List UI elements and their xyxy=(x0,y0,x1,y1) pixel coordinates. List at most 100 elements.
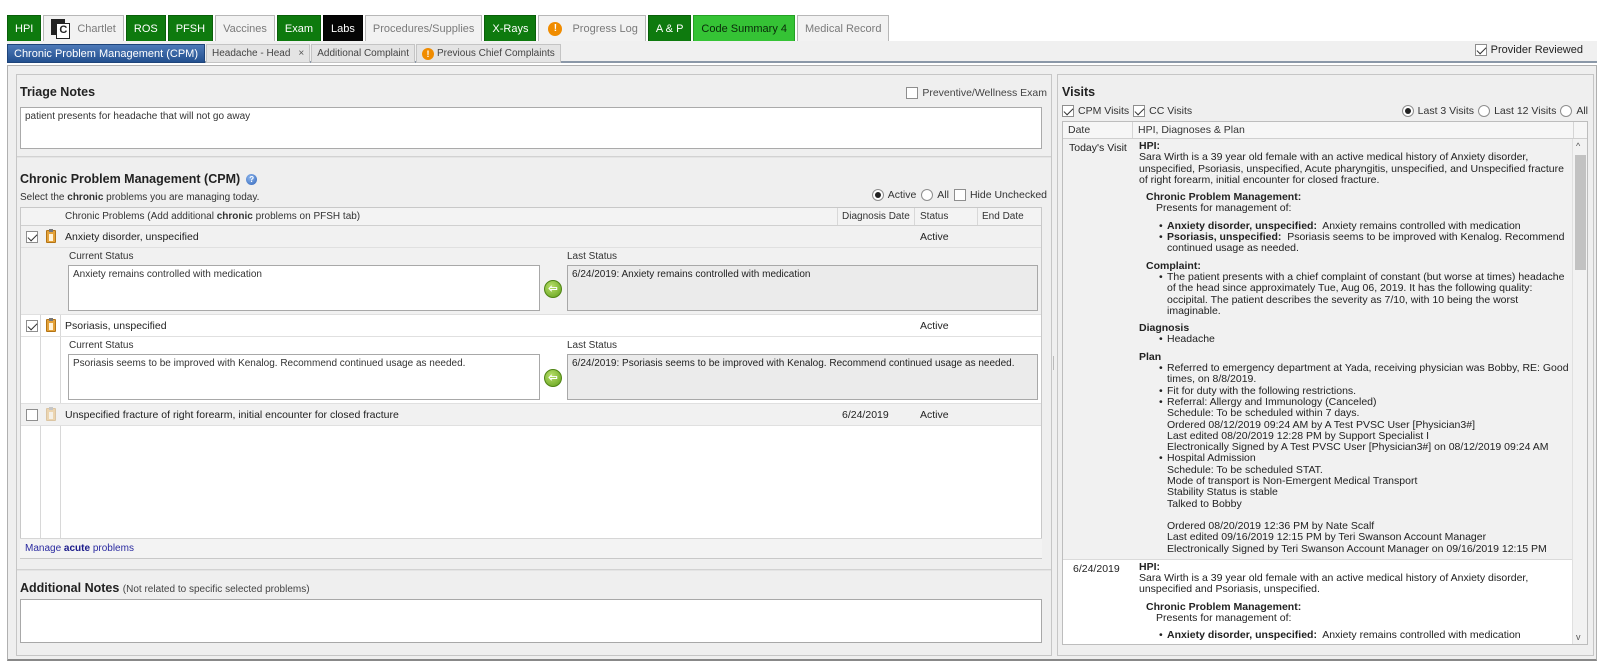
radio-icon[interactable] xyxy=(871,189,884,201)
radio-icon[interactable] xyxy=(1560,105,1573,117)
scroll-up-icon[interactable]: ^ xyxy=(1576,141,1580,151)
problem-name: Psoriasis, unspecified xyxy=(65,320,167,332)
column-header-end-date[interactable]: End Date xyxy=(982,211,1024,222)
copy-last-status-button[interactable]: ⇦ xyxy=(544,369,562,387)
clipboard-icon xyxy=(46,407,56,421)
tab-label: X-Rays xyxy=(492,22,529,35)
warning-icon: ! xyxy=(548,21,563,36)
tab-x-rays[interactable]: X-Rays xyxy=(484,15,537,41)
subtab-label: Headache - Head xyxy=(212,48,291,59)
triage-notes-input[interactable]: patient presents for headache that will … xyxy=(20,107,1042,149)
radio-icon[interactable] xyxy=(1478,105,1491,117)
tab-hpi[interactable]: HPI xyxy=(7,15,42,41)
problem-checkbox[interactable] xyxy=(26,409,38,421)
cpm-item: Psoriasis, unspecified: Psoriasis seems … xyxy=(1159,231,1569,255)
plan-list: Referred to emergency department at Yada… xyxy=(1139,362,1569,555)
column-header-hpi-diagnoses-plan[interactable]: HPI, Diagnoses & Plan xyxy=(1138,124,1245,136)
filter-all-radio[interactable]: All xyxy=(921,189,949,201)
scroll-down-icon[interactable]: v xyxy=(1576,632,1581,642)
cpm-item: Anxiety disorder, unspecified: Anxiety r… xyxy=(1159,630,1569,642)
radio-icon[interactable] xyxy=(1401,105,1414,117)
column-header-diagnosis-date[interactable]: Diagnosis Date xyxy=(842,211,910,222)
problem-name: Anxiety disorder, unspecified xyxy=(65,231,199,243)
diagnosis-item: Headache xyxy=(1159,334,1569,346)
tab-procedures-supplies[interactable]: Procedures/Supplies xyxy=(364,15,483,41)
subtab-cpm[interactable]: Chronic Problem Management (CPM) xyxy=(7,44,206,63)
checkbox-icon[interactable] xyxy=(1474,44,1487,56)
tab-label: PFSH xyxy=(175,22,206,35)
preventive-wellness-label: Preventive/Wellness Exam xyxy=(922,87,1047,99)
tab-labs[interactable]: Labs xyxy=(323,15,363,41)
copy-last-status-button[interactable]: ⇦ xyxy=(544,280,562,298)
last-3-visits-radio[interactable]: Last 3 Visits xyxy=(1401,105,1474,117)
divider xyxy=(17,569,1051,571)
problem-row[interactable]: Psoriasis, unspecified Active xyxy=(21,315,1041,337)
visits-list: Today's Visit HPI: Sara Wirth is a 39 ye… xyxy=(1063,139,1573,644)
checkbox-icon[interactable] xyxy=(1062,105,1074,117)
filter-active-radio[interactable]: Active xyxy=(871,189,917,201)
all-visits-radio[interactable]: All xyxy=(1560,105,1588,117)
tab-code-summary[interactable]: Code Summary 4 xyxy=(693,15,796,41)
tab-label: Procedures/Supplies xyxy=(372,22,475,35)
close-icon[interactable]: × xyxy=(298,48,304,59)
last-status-label: Last Status xyxy=(567,251,618,262)
tab-label: Medical Record xyxy=(805,22,882,35)
provider-reviewed-label: Provider Reviewed xyxy=(1490,44,1583,56)
visits-panel: Visits CPM Visits CC Visits Last 3 Visit… xyxy=(1057,74,1594,656)
plan-item-line: Talked to Bobby xyxy=(1167,497,1242,510)
visits-title: Visits xyxy=(1062,85,1096,99)
additional-notes-input[interactable] xyxy=(20,599,1042,643)
column-header-date[interactable]: Date xyxy=(1068,124,1090,136)
current-status-input[interactable]: Anxiety remains controlled with medicati… xyxy=(68,265,540,311)
checkbox-icon[interactable] xyxy=(1133,105,1146,117)
checkbox-icon[interactable] xyxy=(953,189,966,201)
last-status-label: Last Status xyxy=(567,340,618,351)
help-icon[interactable]: ? xyxy=(246,174,258,185)
last-12-visits-radio[interactable]: Last 12 Visits xyxy=(1478,105,1556,117)
tab-label: Progress Log xyxy=(572,22,638,35)
tab-progress-log[interactable]: ! Progress Log xyxy=(538,15,646,41)
checkbox-label: CPM Visits xyxy=(1078,105,1130,117)
radio-label: Active xyxy=(887,189,917,201)
clipboard-icon[interactable] xyxy=(46,229,56,243)
visits-grid-header: Date HPI, Diagnoses & Plan xyxy=(1063,122,1587,139)
cpm-intro: Presents for management of: xyxy=(1156,202,1292,215)
complaint-text: The patient presents with a chief compla… xyxy=(1159,271,1569,317)
tab-a-and-p[interactable]: A & P xyxy=(647,15,692,41)
current-status-input[interactable]: Psoriasis seems to be improved with Kena… xyxy=(68,354,540,400)
arrow-left-icon: ⇦ xyxy=(548,283,558,295)
tab-ros[interactable]: ROS xyxy=(125,15,166,41)
problem-row[interactable]: Anxiety disorder, unspecified Active xyxy=(21,226,1041,248)
problem-checkbox[interactable] xyxy=(26,231,38,243)
subtab-headache-head[interactable]: Headache - Head × xyxy=(206,44,311,63)
hide-unchecked-checkbox[interactable]: Hide Unchecked xyxy=(953,189,1047,201)
tab-medical-record[interactable]: Medical Record xyxy=(797,15,890,41)
problem-checkbox[interactable] xyxy=(26,320,38,332)
cpm-visits-checkbox[interactable]: CPM Visits xyxy=(1062,105,1129,117)
subtab-previous-chief-complaints[interactable]: ! Previous Chief Complaints xyxy=(415,44,561,63)
visit-row: 6/24/2019 HPI: Sara Wirth is a 39 year o… xyxy=(1063,559,1573,644)
tab-exam[interactable]: Exam xyxy=(276,15,322,41)
current-status-label: Current Status xyxy=(69,251,134,262)
checkbox-icon[interactable] xyxy=(906,87,919,99)
provider-reviewed-checkbox[interactable]: Provider Reviewed xyxy=(1474,44,1583,56)
column-header-problem[interactable]: Chronic Problems (Add additional chronic… xyxy=(65,211,360,222)
cc-visits-checkbox[interactable]: CC Visits xyxy=(1133,105,1192,117)
tab-vaccines[interactable]: Vaccines xyxy=(215,15,275,41)
manage-acute-problems-link[interactable]: Manage acute problems xyxy=(20,538,1042,558)
plan-item-line: Schedule: To be scheduled within 7 days. xyxy=(1167,407,1360,420)
clipboard-icon[interactable] xyxy=(46,318,56,332)
left-panel: Triage Notes Preventive/Wellness Exam pa… xyxy=(16,74,1052,656)
subtab-label: Chronic Problem Management (CPM) xyxy=(14,47,199,60)
panel-splitter[interactable] xyxy=(1053,356,1055,370)
column-header-status[interactable]: Status xyxy=(920,211,948,222)
radio-icon[interactable] xyxy=(921,189,934,201)
preventive-wellness-checkbox[interactable]: Preventive/Wellness Exam xyxy=(906,87,1047,99)
problem-row[interactable]: Unspecified fracture of right forearm, i… xyxy=(21,404,1041,426)
visits-scrollbar[interactable]: ^ v xyxy=(1572,139,1587,644)
grid-header: Chronic Problems (Add additional chronic… xyxy=(21,208,1041,226)
scrollbar-thumb[interactable] xyxy=(1575,155,1586,270)
tab-chartlet[interactable]: C Chartlet xyxy=(43,15,124,41)
subtab-additional-complaint[interactable]: Additional Complaint xyxy=(311,44,415,63)
tab-pfsh[interactable]: PFSH xyxy=(167,15,214,41)
